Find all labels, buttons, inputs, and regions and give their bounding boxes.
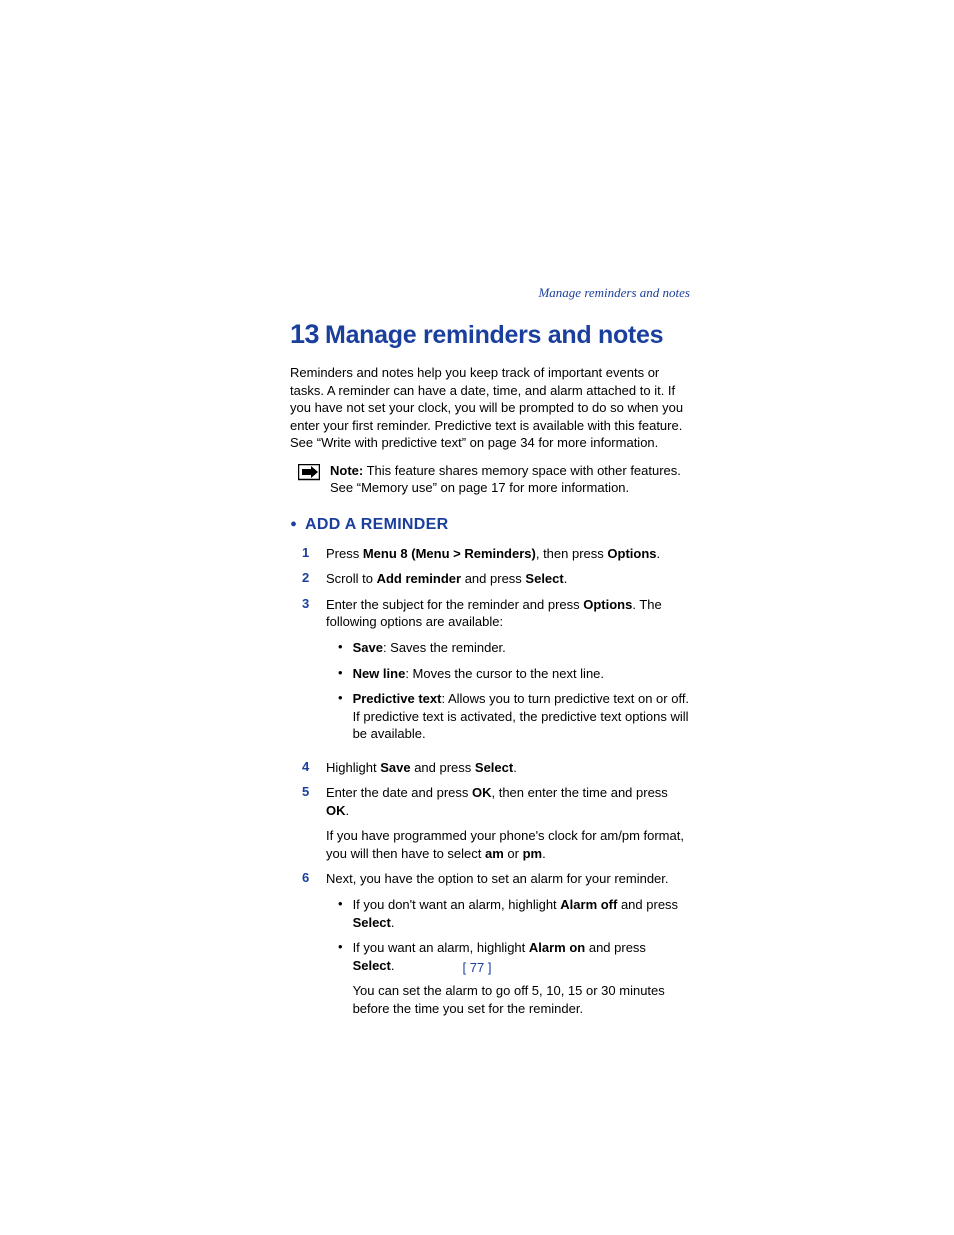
step-number: 3 [302,596,314,611]
bullet-icon: • [338,939,343,956]
section-heading-row: • ADD A REMINDER [290,515,690,535]
chapter-number: 13 [290,319,319,350]
step-extra: If you have programmed your phone's cloc… [326,827,690,862]
step-item: 5 Enter the date and press OK, then enter… [302,784,690,862]
note-block: Note: This feature shares memory space w… [298,462,690,497]
step-item: 4 Highlight Save and press Select. [302,759,690,777]
step-item: 6 Next, you have the option to set an ala… [302,870,690,1025]
step-body: Enter the subject for the reminder and p… [326,596,690,751]
step-body: Highlight Save and press Select. [326,759,690,777]
step-number: 1 [302,545,314,560]
bullet-icon: • [338,665,343,682]
step-number: 4 [302,759,314,774]
sub-text: New line: Moves the cursor to the next l… [353,665,690,683]
sub-item: • If you want an alarm, highlight Alarm o… [326,939,690,1017]
sub-list: • If you don't want an alarm, highlight A… [326,896,690,1017]
page-number: [ 77 ] [0,960,954,975]
step-body: Scroll to Add reminder and press Select. [326,570,690,588]
step-item: 2 Scroll to Add reminder and press Select… [302,570,690,588]
sub-item: • New line: Moves the cursor to the next … [326,665,690,683]
step-body: Press Menu 8 (Menu > Reminders), then pr… [326,545,690,563]
step-number: 2 [302,570,314,585]
sub-extra: You can set the alarm to go off 5, 10, 1… [353,982,690,1017]
section-heading: ADD A REMINDER [305,516,448,534]
note-label: Note: [330,463,363,478]
chapter-title: Manage reminders and notes [325,321,663,350]
steps-list: 1 Press Menu 8 (Menu > Reminders), then p… [302,545,690,1025]
step-body: Next, you have the option to set an alar… [326,870,690,1025]
intro-paragraph: Reminders and notes help you keep track … [290,364,690,452]
step-body: Enter the date and press OK, then enter … [326,784,690,862]
sub-list: • Save: Saves the reminder. • New line: Mov… [326,639,690,743]
sub-text: Predictive text: Allows you to turn pred… [353,690,690,743]
sub-text: If you want an alarm, highlight Alarm on… [353,939,690,1017]
sub-item: • Predictive text: Allows you to turn pre… [326,690,690,743]
step-item: 1 Press Menu 8 (Menu > Reminders), then p… [302,545,690,563]
sub-item: • Save: Saves the reminder. [326,639,690,657]
sub-item: • If you don't want an alarm, highlight A… [326,896,690,931]
bullet-icon: • [338,690,343,707]
step-number: 6 [302,870,314,885]
page-title: 13 Manage reminders and notes [290,319,690,350]
bullet-icon: • [290,515,297,535]
note-arrow-icon [298,464,320,482]
bullet-icon: • [338,639,343,656]
step-number: 5 [302,784,314,799]
breadcrumb: Manage reminders and notes [290,285,690,301]
page-content: Manage reminders and notes 13 Manage rem… [290,285,690,1033]
sub-text: Save: Saves the reminder. [353,639,690,657]
sub-text: If you don't want an alarm, highlight Al… [353,896,690,931]
note-text: Note: This feature shares memory space w… [330,462,690,497]
step-item: 3 Enter the subject for the reminder and … [302,596,690,751]
bullet-icon: • [338,896,343,913]
